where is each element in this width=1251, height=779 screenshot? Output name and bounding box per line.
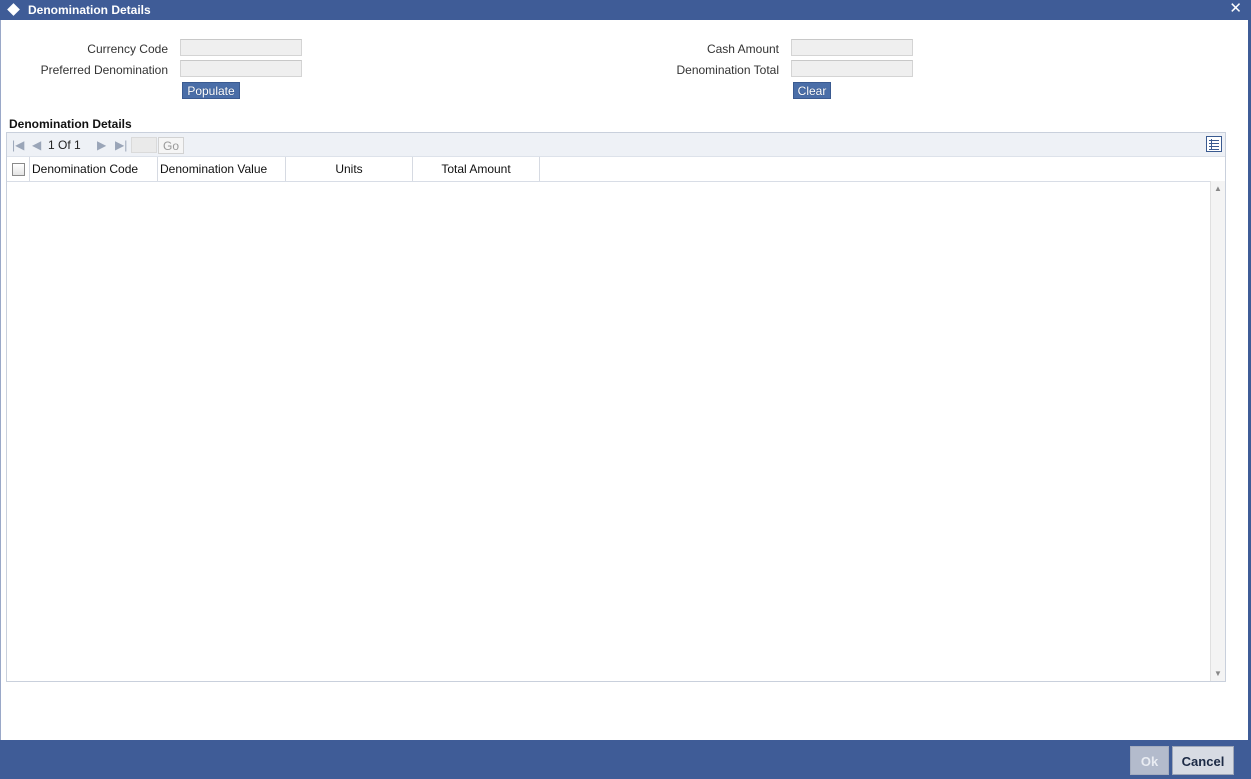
column-header-denomination-value[interactable]: Denomination Value <box>158 157 286 181</box>
next-page-icon[interactable]: ▶ <box>97 138 106 152</box>
denomination-total-label: Denomination Total <box>676 63 779 77</box>
column-header-denomination-code[interactable]: Denomination Code <box>30 157 158 181</box>
scroll-up-icon[interactable]: ▲ <box>1214 184 1222 193</box>
page-number-input[interactable] <box>131 137 157 153</box>
window-title: Denomination Details <box>28 3 151 17</box>
last-page-icon[interactable]: ▶| <box>115 138 127 152</box>
populate-button[interactable]: Populate <box>182 82 240 99</box>
go-button[interactable]: Go <box>158 137 184 154</box>
grid-pager: |◀ ◀ 1 Of 1 ▶ ▶| Go <box>7 133 1225 157</box>
column-header-total-amount[interactable]: Total Amount <box>413 157 540 181</box>
denomination-total-field[interactable] <box>791 60 913 77</box>
select-all-checkbox[interactable] <box>12 163 25 176</box>
cash-amount-field[interactable] <box>791 39 913 56</box>
previous-page-icon[interactable]: ◀ <box>32 138 41 152</box>
cash-amount-label: Cash Amount <box>706 42 779 56</box>
select-all-cell <box>7 157 30 181</box>
ok-button[interactable]: Ok <box>1130 746 1169 775</box>
currency-code-label: Currency Code <box>87 42 168 56</box>
cancel-button[interactable]: Cancel <box>1172 746 1234 775</box>
title-bar: Denomination Details ✕ <box>0 0 1251 20</box>
first-page-icon[interactable]: |◀ <box>12 138 24 152</box>
total-pages: 1 <box>74 138 81 152</box>
left-border <box>0 20 1 740</box>
page-of-label: Of <box>58 138 71 152</box>
grid-header-row: Denomination Code Denomination Value Uni… <box>7 157 1210 182</box>
page-indicator: 1 Of 1 <box>48 138 81 152</box>
currency-code-field[interactable] <box>180 39 302 56</box>
window-diamond-icon <box>7 3 20 16</box>
scroll-down-icon[interactable]: ▼ <box>1214 669 1222 678</box>
column-settings-icon[interactable] <box>1206 136 1222 152</box>
denomination-grid: |◀ ◀ 1 Of 1 ▶ ▶| Go Denomination Code De… <box>6 132 1226 682</box>
section-title: Denomination Details <box>9 117 132 131</box>
preferred-denomination-field[interactable] <box>180 60 302 77</box>
close-icon[interactable]: ✕ <box>1229 0 1242 18</box>
column-header-units[interactable]: Units <box>286 157 413 181</box>
footer-bar: Ok Cancel <box>0 740 1251 779</box>
preferred-denomination-label: Preferred Denomination <box>40 63 168 77</box>
vertical-scrollbar[interactable]: ▲ ▼ <box>1210 181 1225 681</box>
current-page: 1 <box>48 138 55 152</box>
clear-button[interactable]: Clear <box>793 82 831 99</box>
